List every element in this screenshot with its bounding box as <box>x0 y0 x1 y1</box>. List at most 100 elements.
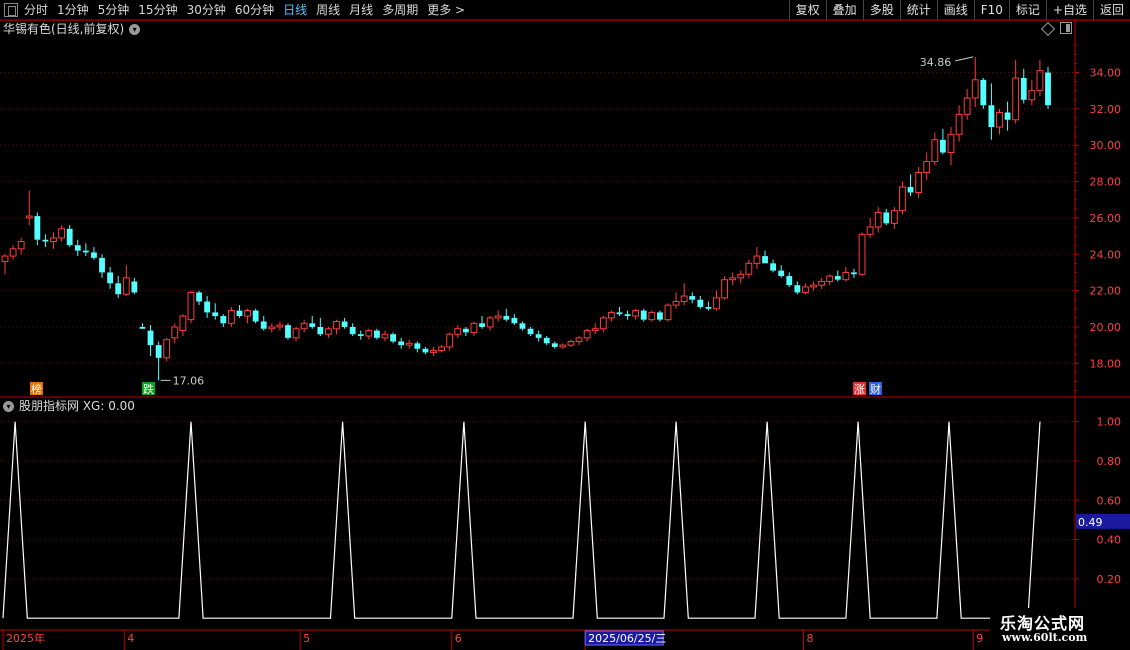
candle-body-down <box>147 330 154 346</box>
candle-body-up <box>947 133 955 153</box>
candle-body-down <box>656 312 663 320</box>
candle-body-up <box>187 291 195 321</box>
candle-body-down <box>527 328 534 335</box>
candle-body-down <box>74 245 81 251</box>
candle-body-down <box>551 343 558 347</box>
candle-body-down <box>414 343 421 349</box>
price-tick-label: 32.00 <box>1090 103 1122 116</box>
candle-body-up <box>244 310 251 317</box>
candle-body-down <box>543 337 550 344</box>
candle-body-up <box>268 326 276 330</box>
candle-body-up <box>9 248 17 257</box>
candle-body-down <box>640 310 647 320</box>
candle-body-up <box>276 324 284 328</box>
candle-body-up <box>381 333 389 339</box>
candle-body-down <box>309 323 316 327</box>
candle-body-up <box>971 79 979 99</box>
candle-body-up <box>737 273 745 279</box>
candle-body-down <box>786 276 793 286</box>
event-marker: 财 <box>870 382 881 396</box>
price-tick-label: 18.00 <box>1090 357 1122 370</box>
candle-body-up <box>874 211 882 228</box>
price-tick-label: 26.00 <box>1090 212 1122 225</box>
candle-body-down <box>390 334 397 342</box>
date-label: 6 <box>455 632 462 645</box>
candle-body-up <box>470 322 478 333</box>
date-label: 2025年 <box>6 631 45 645</box>
price-tick-label: 20.00 <box>1090 321 1122 334</box>
candle-body-up <box>802 286 809 293</box>
candle-body-up <box>826 275 834 283</box>
candle-body-up <box>494 315 502 319</box>
candle-body-up <box>810 284 817 288</box>
candle-body-up <box>171 326 179 339</box>
candle-body-up <box>333 320 340 330</box>
candle-body-down <box>155 345 162 358</box>
candle-body-up <box>430 350 437 353</box>
candle-body-up <box>664 304 672 321</box>
candle-body-up <box>607 311 615 319</box>
candle-body-down <box>479 323 485 327</box>
indicator-tick-label: 0.40 <box>1097 534 1122 547</box>
candle-body-up <box>292 328 300 339</box>
candle-body-down <box>907 187 914 193</box>
candle-body-up <box>122 277 130 295</box>
indicator-panel-title: ▾ 股朋指标网 XG: 0.00 <box>3 398 135 414</box>
candle-body-up <box>931 139 939 163</box>
candle-body-up <box>955 113 963 135</box>
candle-body-down <box>349 326 356 335</box>
date-label: 5 <box>303 632 310 645</box>
candle-body-down <box>778 270 785 277</box>
kline-chart[interactable]: 18.00 20.00 22.00 24.00 26.00 28.00 30.00 32.00… <box>0 0 1130 650</box>
candle-body-up <box>446 333 454 348</box>
candle-body-down <box>503 316 510 320</box>
candle-body-up <box>713 297 720 310</box>
candle-body-down <box>139 326 146 329</box>
price-tick-label: 30.00 <box>1090 139 1122 152</box>
candle-body-down <box>317 326 324 335</box>
indicator-tick-label: 0.20 <box>1097 573 1122 586</box>
candle-body-down <box>66 228 73 246</box>
candle-body-down <box>115 283 122 295</box>
candle-body-up <box>672 301 680 306</box>
candle-body-up <box>50 237 57 243</box>
event-marker: 跌 <box>143 382 154 396</box>
candle-body-down <box>252 310 259 322</box>
candle-body-down <box>34 216 41 240</box>
candle-body-down <box>939 139 946 153</box>
candle-body-up <box>405 342 413 346</box>
candle-body-up <box>923 161 931 173</box>
candle-body-down <box>99 257 105 273</box>
candle-body-down <box>511 317 518 324</box>
candle-body-down <box>357 334 364 337</box>
candle-body-up <box>915 171 923 193</box>
candle-body-down <box>422 348 429 353</box>
candle-body-up <box>454 328 462 335</box>
price-tick-label: 34.00 <box>1090 67 1122 80</box>
candle-body-down <box>705 306 712 309</box>
candle-body-up <box>438 346 446 352</box>
date-label: 4 <box>127 632 134 645</box>
candle-body-up <box>963 97 971 115</box>
candle-body-up <box>227 310 235 324</box>
high-arrow <box>955 56 974 62</box>
chevron-down-icon[interactable]: ▾ <box>3 400 14 412</box>
candle-body-down <box>212 312 219 317</box>
indicator-tick-label: 0.80 <box>1097 455 1122 468</box>
date-label: 8 <box>806 632 813 645</box>
candle-body-down <box>519 323 526 329</box>
candle-body-up <box>583 330 591 339</box>
candle-body-down <box>131 281 138 293</box>
candle-body-up <box>996 112 1003 128</box>
candle-body-up <box>486 317 494 328</box>
candle-body-up <box>599 317 607 330</box>
candle-body-up <box>325 328 332 335</box>
candle-body-down <box>980 79 987 106</box>
xg-line <box>2 421 1041 619</box>
price-tick-label: 24.00 <box>1090 248 1122 261</box>
candle-body-up <box>163 339 171 359</box>
candle-body-down <box>260 321 267 329</box>
candle-body-up <box>866 226 874 235</box>
indicator-tick-label: 0.60 <box>1097 494 1122 507</box>
indicator-title: 股朋指标网 XG: 0.00 <box>19 399 135 413</box>
